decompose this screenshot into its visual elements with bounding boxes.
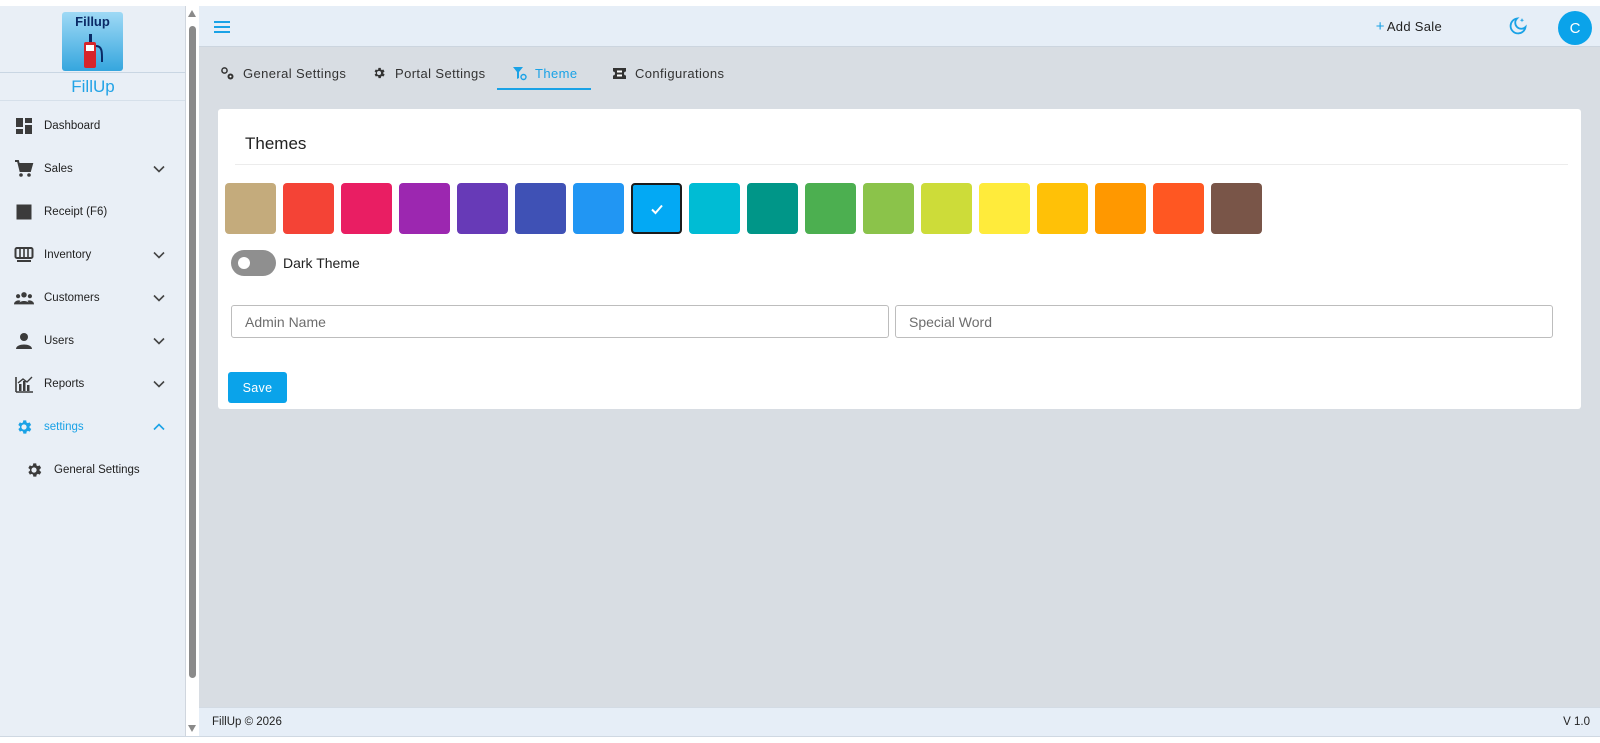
scroll-down-arrow-icon[interactable]	[188, 725, 196, 732]
theme-swatch[interactable]	[1211, 183, 1262, 234]
version-text: V 1.0	[1563, 716, 1590, 728]
chevron-down-icon	[153, 165, 165, 173]
theme-swatch[interactable]	[1037, 183, 1088, 234]
theme-swatch[interactable]	[457, 183, 508, 234]
theme-swatch[interactable]	[747, 183, 798, 234]
fuel-pump-icon	[84, 34, 103, 68]
check-icon	[650, 204, 663, 214]
sidebar-item-label: Receipt (F6)	[44, 206, 108, 218]
sidebar-scrollbar[interactable]	[186, 6, 199, 736]
top-bar: + Add Sale C	[199, 6, 1600, 47]
sidebar-item-label: Users	[44, 335, 75, 347]
save-button[interactable]: Save	[228, 372, 287, 403]
divider	[235, 164, 1568, 165]
theme-swatch[interactable]	[921, 183, 972, 234]
inventory-icon	[14, 245, 34, 265]
theme-swatch[interactable]	[225, 183, 276, 234]
theme-swatch[interactable]	[805, 183, 856, 234]
main-content: + Add Sale C General Settings Portal Sett…	[199, 6, 1600, 736]
gear-icon	[371, 65, 387, 81]
divider	[0, 100, 185, 101]
scrollbar-thumb[interactable]	[189, 26, 196, 678]
tab-portal-settings[interactable]: Portal Settings	[371, 56, 486, 90]
tab-label: Configurations	[635, 65, 725, 81]
theme-swatch[interactable]	[689, 183, 740, 234]
menu-icon[interactable]	[214, 20, 230, 34]
dark-theme-toggle[interactable]	[231, 250, 276, 276]
theme-swatch[interactable]	[283, 183, 334, 234]
receipt-icon	[14, 202, 34, 222]
chevron-down-icon	[153, 337, 165, 345]
sidebar: Fillup FillUp Dashboard Sales Receipt (F…	[0, 6, 186, 736]
sidebar-subitem-general-settings[interactable]: General Settings	[0, 448, 185, 492]
reports-icon	[14, 374, 34, 394]
chevron-down-icon	[153, 294, 165, 302]
sidebar-item-users[interactable]: Users	[0, 319, 185, 363]
dark-theme-label: Dark Theme	[283, 255, 360, 271]
ticket-icon	[611, 65, 627, 81]
sidebar-item-label: settings	[44, 421, 84, 433]
theme-swatch[interactable]	[1095, 183, 1146, 234]
tab-label: Theme	[535, 65, 578, 81]
dashboard-icon	[14, 116, 34, 136]
tab-general-settings[interactable]: General Settings	[219, 56, 346, 90]
plus-icon: +	[1375, 18, 1385, 35]
divider	[0, 72, 185, 73]
theme-swatch[interactable]	[399, 183, 450, 234]
user-icon	[14, 331, 34, 351]
sidebar-item-reports[interactable]: Reports	[0, 362, 185, 406]
theme-swatch[interactable]	[341, 183, 392, 234]
chevron-down-icon	[153, 251, 165, 259]
theme-icon	[511, 65, 527, 81]
tab-configurations[interactable]: Configurations	[611, 56, 724, 90]
sidebar-item-inventory[interactable]: Inventory	[0, 233, 185, 277]
theme-swatch[interactable]	[573, 183, 624, 234]
sidebar-item-receipt[interactable]: Receipt (F6)	[0, 190, 185, 234]
gears-icon	[219, 65, 235, 81]
avatar[interactable]: C	[1558, 11, 1592, 45]
gear-icon	[24, 460, 44, 480]
brand-name: FillUp	[71, 77, 115, 96]
tab-theme[interactable]: Theme	[496, 56, 593, 90]
theme-swatch[interactable]	[631, 183, 682, 234]
sidebar-item-dashboard[interactable]: Dashboard	[0, 104, 185, 148]
brand-logo: Fillup	[62, 12, 123, 71]
sidebar-item-label: Customers	[44, 292, 100, 304]
theme-swatch[interactable]	[863, 183, 914, 234]
sidebar-item-label: Inventory	[44, 249, 92, 261]
sidebar-item-label: Dashboard	[44, 120, 101, 132]
toggle-knob	[238, 257, 250, 269]
logo-text: Fillup	[75, 14, 110, 29]
copyright-text: FillUp © 2026	[212, 716, 282, 728]
gear-icon	[14, 417, 34, 437]
add-sale-label: Add Sale	[1386, 19, 1442, 34]
sidebar-item-settings[interactable]: settings	[0, 405, 185, 449]
sidebar-item-label: General Settings	[54, 464, 140, 476]
cart-icon	[14, 159, 34, 179]
chevron-down-icon	[153, 380, 165, 388]
add-sale-button[interactable]: + Add Sale	[1376, 18, 1442, 35]
dark-mode-toggle-icon[interactable]	[1508, 16, 1528, 36]
sidebar-item-label: Sales	[44, 163, 73, 175]
theme-card: Themes Dark Theme Save	[218, 109, 1581, 409]
customers-icon	[14, 288, 34, 308]
chevron-up-icon	[153, 423, 165, 431]
admin-name-input[interactable]	[231, 305, 889, 338]
special-word-input[interactable]	[895, 305, 1553, 338]
footer: FillUp © 2026 V 1.0	[199, 707, 1600, 736]
theme-swatch[interactable]	[515, 183, 566, 234]
card-title: Themes	[245, 134, 307, 153]
theme-swatch[interactable]	[1153, 183, 1204, 234]
sidebar-item-sales[interactable]: Sales	[0, 147, 185, 191]
theme-swatch[interactable]	[979, 183, 1030, 234]
window-bottom-edge	[0, 736, 1600, 743]
scroll-up-arrow-icon[interactable]	[188, 10, 196, 17]
sidebar-item-label: Reports	[44, 378, 85, 390]
sidebar-item-customers[interactable]: Customers	[0, 276, 185, 320]
tab-label: Portal Settings	[395, 65, 486, 81]
tab-label: General Settings	[243, 65, 347, 81]
